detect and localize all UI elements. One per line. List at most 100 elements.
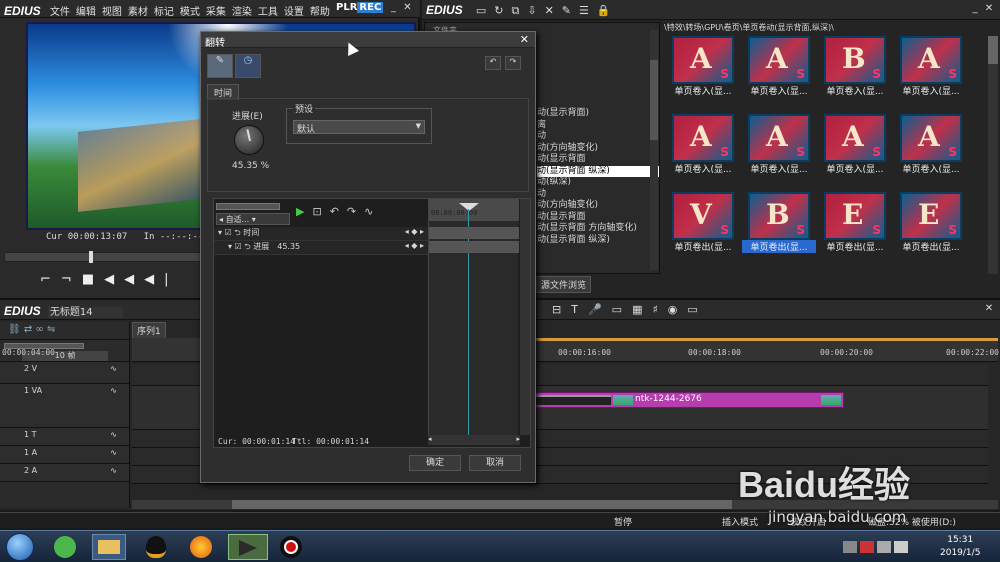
tl-close-icon[interactable]: ✕ xyxy=(982,303,996,315)
kf-graph[interactable]: 00:00:00:00 xyxy=(428,199,519,435)
expand-icon[interactable]: ▾ ☑ ⮌ xyxy=(228,242,253,251)
taskbar-explorer-icon[interactable] xyxy=(92,534,126,560)
tray-network-icon[interactable] xyxy=(877,541,891,553)
color-icon[interactable]: ◉ xyxy=(668,303,688,316)
track-toggle-icon[interactable]: ∿ xyxy=(110,448,117,457)
close-icon[interactable]: ✕ xyxy=(400,2,414,14)
track-header[interactable]: 1 T ∿ xyxy=(0,428,129,446)
track-toggle-icon[interactable]: ∿ xyxy=(110,466,117,475)
kf-next-icon[interactable]: ↷ xyxy=(347,205,364,218)
menu-item[interactable]: 帮助 xyxy=(310,7,330,18)
track-header[interactable]: 1 VA ∿ xyxy=(0,384,129,428)
effect-tile[interactable]: V S 单页卷出(显... xyxy=(666,192,742,266)
kf-prev-icon[interactable]: ↶ xyxy=(330,205,347,218)
minimize-icon[interactable]: _ xyxy=(386,2,400,14)
effect-tile[interactable]: B S 单页卷入(显... xyxy=(818,36,894,110)
plr-button[interactable]: PLR xyxy=(336,2,357,13)
undo-icon[interactable]: ↶ xyxy=(485,56,501,70)
menu-item[interactable]: 标记 xyxy=(154,7,174,18)
effect-tile[interactable]: A S 单页卷入(显... xyxy=(742,36,818,110)
kf-row[interactable]: ▾ ☑ ⮌ 时间 ◂ ◆ ▸ xyxy=(214,227,428,241)
effect-tile[interactable]: A S 单页卷入(显... xyxy=(894,36,970,110)
kf-add-icon[interactable]: ⊡ xyxy=(312,205,329,218)
menu-item[interactable]: 视图 xyxy=(102,7,122,18)
mark-in-icon[interactable]: ⌐ xyxy=(40,272,61,287)
menu-item[interactable]: 渲染 xyxy=(232,7,252,18)
tree-item[interactable]: 离 xyxy=(537,120,659,132)
effect-tile[interactable]: A S 单页卷入(显... xyxy=(742,114,818,188)
menu-item[interactable]: 编辑 xyxy=(76,7,96,18)
effect-tile[interactable]: A S 单页卷入(显... xyxy=(894,114,970,188)
menu-item[interactable]: 工具 xyxy=(258,7,278,18)
effect-tile[interactable]: E S 单页卷出(显... xyxy=(894,192,970,266)
clip-ntk[interactable]: ntk-1244-2676 xyxy=(534,392,844,408)
tree-item[interactable]: 动 xyxy=(537,131,659,143)
grid-scrollbar[interactable] xyxy=(988,36,998,274)
tree-item[interactable]: 动(显示背面 纵深) xyxy=(537,235,659,247)
source-browser-tab[interactable]: 源文件浏览 xyxy=(536,276,592,293)
tree-item[interactable]: 动(显示背面 xyxy=(537,212,659,224)
tree-item[interactable]: 动(方向轴变化) xyxy=(537,200,659,212)
kf-play-icon[interactable]: ▶ xyxy=(296,205,312,218)
folder-icon[interactable]: ▭ xyxy=(476,4,494,17)
sequence-tab[interactable]: 序列1 xyxy=(132,322,166,339)
mark-out-icon[interactable]: ¬ xyxy=(61,272,82,287)
tree-item[interactable]: 动(显示背面 xyxy=(537,154,659,166)
clock-tab-icon[interactable]: ◷ xyxy=(235,54,261,78)
kf-hscroll[interactable]: ◂ ▸ xyxy=(428,435,520,445)
rec-button[interactable]: REC xyxy=(357,2,384,13)
tray-volume-icon[interactable] xyxy=(894,541,908,553)
delete-icon[interactable]: ✕ xyxy=(545,4,562,17)
kf-dropdown[interactable]: ◂ 自适... ▾ xyxy=(216,213,290,225)
layers-icon[interactable]: ⧉ xyxy=(512,4,528,17)
menu-item[interactable]: 模式 xyxy=(180,7,200,18)
bin-minimize-icon[interactable]: _ xyxy=(968,3,982,15)
track-tools[interactable]: ⛓ ⇄ ∞ ⇋ xyxy=(0,322,129,340)
tree-item[interactable]: 动 xyxy=(537,189,659,201)
tree-scrollbar[interactable] xyxy=(650,30,658,270)
menu-item[interactable]: 设置 xyxy=(284,7,304,18)
kf-zoom-slider[interactable] xyxy=(216,203,280,210)
text-icon[interactable]: T xyxy=(571,303,588,316)
taskbar-qq-icon[interactable] xyxy=(146,536,166,558)
lock-icon[interactable]: 🔒 xyxy=(597,4,619,17)
clock[interactable]: 15:31 2019/1/5 xyxy=(940,534,980,560)
kf-nav-icons[interactable]: ◂ ◆ ▸ xyxy=(405,241,424,250)
tray-keyboard-icon[interactable] xyxy=(843,541,857,553)
taskbar-record-icon[interactable] xyxy=(280,536,302,558)
ok-button[interactable]: 确定 xyxy=(409,455,461,471)
stop-icon[interactable]: ■ xyxy=(82,272,104,287)
track-toggle-icon[interactable]: ∿ xyxy=(110,430,117,439)
tree-item[interactable]: 动(纵深) xyxy=(537,177,659,189)
grid-icon[interactable]: ▦ xyxy=(632,303,652,316)
view-icon[interactable]: ☰ xyxy=(579,4,597,17)
effect-tile[interactable]: A S 单页卷入(显... xyxy=(818,114,894,188)
import-icon[interactable]: ⇩ xyxy=(527,4,544,17)
razor-icon[interactable]: ⊟ xyxy=(552,303,571,316)
menu-item[interactable]: 采集 xyxy=(206,7,226,18)
effect-tile[interactable]: B S 单页卷出(显... xyxy=(742,192,818,266)
render-icon[interactable]: ▭ xyxy=(612,303,632,316)
tray-flag-icon[interactable] xyxy=(860,541,874,553)
kf-row[interactable]: ▾ ☑ ⮌ 进展 45.35 ◂ ◆ ▸ xyxy=(214,241,428,255)
dialog-close-icon[interactable]: ✕ xyxy=(520,33,529,46)
menu-item[interactable]: 文件 xyxy=(50,7,70,18)
tree-item[interactable]: 动(方向轴变化) xyxy=(537,143,659,155)
refresh-icon[interactable]: ↻ xyxy=(494,4,511,17)
effect-tile[interactable]: A S 单页卷入(显... xyxy=(666,36,742,110)
preset-dropdown[interactable]: 默认 ▼ xyxy=(293,120,425,135)
taskbar-edius-icon[interactable] xyxy=(228,534,268,560)
redo-icon[interactable]: ↷ xyxy=(505,56,521,70)
properties-icon[interactable]: ✎ xyxy=(562,4,579,17)
palette-icon[interactable]: ✎ xyxy=(207,54,233,78)
kf-curve-icon[interactable]: ∿ xyxy=(364,205,381,218)
effect-tile[interactable]: A S 单页卷入(显... xyxy=(666,114,742,188)
mic-icon[interactable]: 🎤 xyxy=(588,303,612,316)
menu-item[interactable]: 素材 xyxy=(128,7,148,18)
track-header[interactable]: 2 V ∿ xyxy=(0,362,129,384)
tree-item[interactable]: 动(显示背面 纵深) xyxy=(537,165,659,177)
track-header[interactable]: 2 A ∿ xyxy=(0,464,129,482)
mixer-icon[interactable]: ♯ xyxy=(652,303,667,316)
expand-icon[interactable]: ▾ ☑ ⮌ xyxy=(218,228,243,237)
track-toggle-icon[interactable]: ∿ xyxy=(110,386,117,395)
